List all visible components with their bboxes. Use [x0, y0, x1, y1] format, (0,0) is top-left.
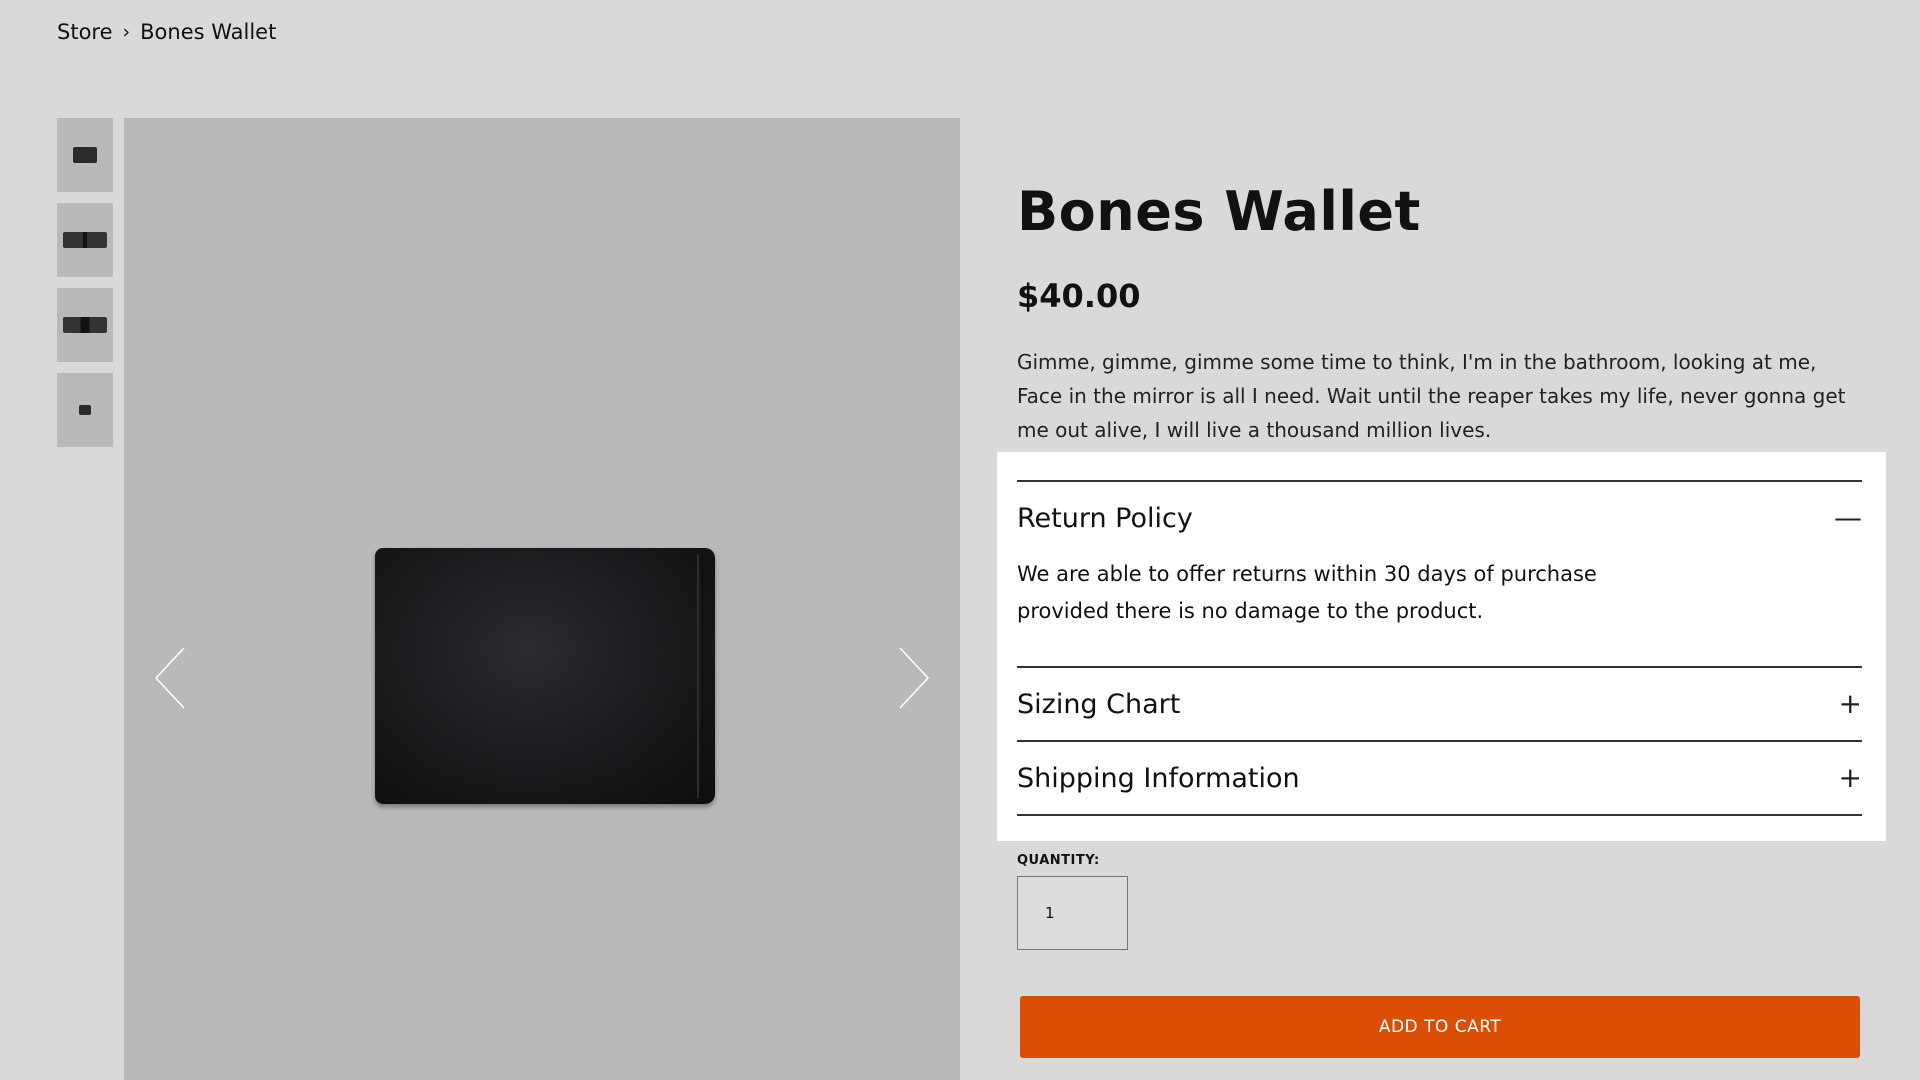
thumbnail-1[interactable] [57, 118, 113, 192]
product-price: $40.00 [1017, 277, 1141, 315]
accordion-divider [1017, 814, 1862, 816]
minus-icon: — [1834, 501, 1862, 534]
breadcrumb-separator: › [122, 21, 131, 43]
product-main-image [124, 118, 960, 1080]
accordion-body-return-policy: We are able to offer returns within 30 d… [1017, 562, 1597, 623]
product-description: Gimme, gimme, gimme some time to think, … [1017, 350, 1846, 442]
accordion-title: Shipping Information [1017, 762, 1300, 794]
thumbnail-2[interactable] [57, 203, 113, 277]
thumbnail-list [57, 118, 113, 458]
quantity-label: QUANTITY: [1017, 853, 1100, 868]
quantity-input[interactable] [1017, 876, 1128, 950]
previous-image-button[interactable] [152, 638, 192, 718]
next-image-button[interactable] [892, 638, 932, 718]
accordion-title: Sizing Chart [1017, 688, 1181, 720]
breadcrumb-store-link[interactable]: Store [57, 20, 113, 44]
wallet-thumbnail-image [79, 405, 91, 415]
add-to-cart-button[interactable]: ADD TO CART [1020, 996, 1860, 1058]
wallet-thumbnail-image [73, 147, 97, 163]
product-page: Store › Bones Wallet Bones Wallet $40.00… [0, 0, 1920, 1080]
accordion-header-return-policy[interactable]: Return Policy — [1017, 480, 1862, 554]
accordion-panel: Return Policy — We are able to offer ret… [997, 452, 1886, 841]
plus-icon: + [1838, 761, 1862, 794]
product-title: Bones Wallet [1017, 180, 1421, 243]
accordion-return-policy: Return Policy — We are able to offer ret… [1017, 480, 1862, 666]
wallet-thumbnail-image [63, 232, 107, 248]
wallet-thumbnail-image [63, 317, 107, 333]
thumbnail-3[interactable] [57, 288, 113, 362]
plus-icon: + [1838, 687, 1862, 720]
chevron-left-icon [154, 647, 185, 709]
breadcrumb-current: Bones Wallet [140, 20, 277, 44]
chevron-right-icon [899, 647, 930, 709]
accordion-sizing-chart: Sizing Chart + [1017, 666, 1862, 740]
thumbnail-4[interactable] [57, 373, 113, 447]
accordion-title: Return Policy [1017, 502, 1193, 534]
accordion-header-shipping-information[interactable]: Shipping Information + [1017, 740, 1862, 814]
accordion-header-sizing-chart[interactable]: Sizing Chart + [1017, 666, 1862, 740]
wallet-image [375, 548, 715, 804]
accordion-shipping-information: Shipping Information + [1017, 740, 1862, 816]
breadcrumb: Store › Bones Wallet [57, 20, 276, 44]
product-info: Bones Wallet $40.00 Gimme, gimme, gimme … [1017, 180, 1862, 447]
wallet-stitch [697, 554, 703, 798]
